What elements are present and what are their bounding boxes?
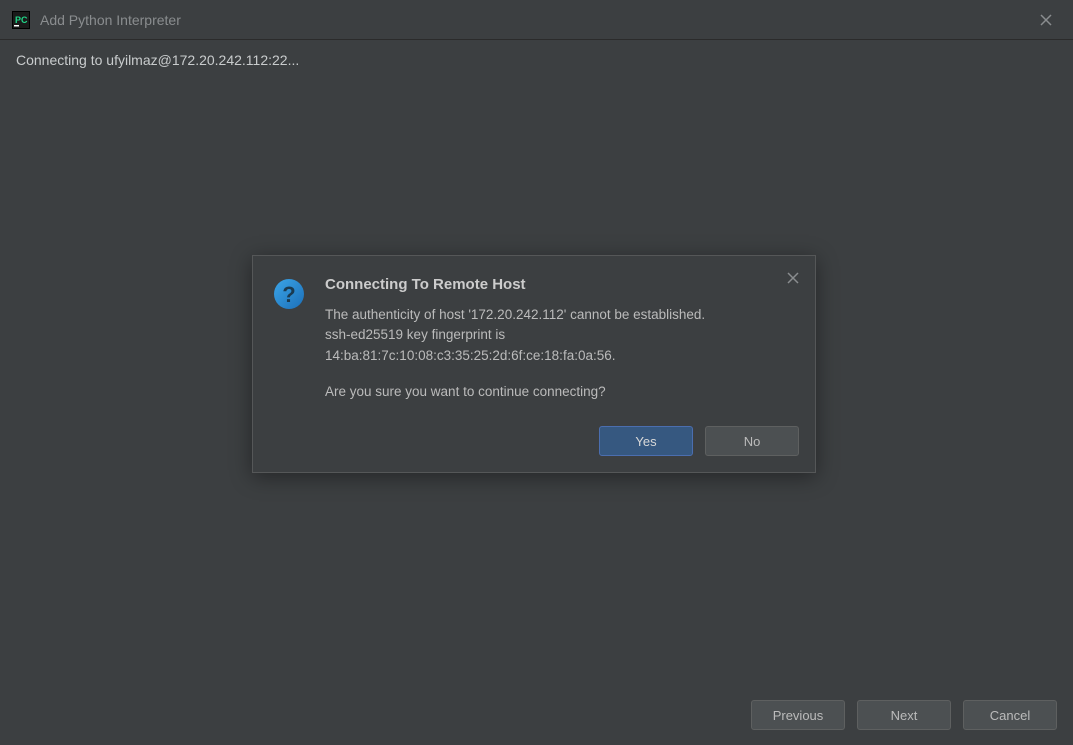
modal-line-question: Are you sure you want to continue connec…: [325, 382, 799, 402]
titlebar: PC Add Python Interpreter: [0, 0, 1073, 40]
modal-title: Connecting To Remote Host: [325, 276, 799, 293]
cancel-button[interactable]: Cancel: [963, 700, 1057, 730]
close-icon: [1040, 14, 1052, 26]
svg-text:PC: PC: [15, 15, 28, 25]
close-icon: [787, 272, 799, 284]
window-close-button[interactable]: [1031, 5, 1061, 35]
next-button[interactable]: Next: [857, 700, 951, 730]
previous-button[interactable]: Previous: [751, 700, 845, 730]
svg-text:?: ?: [282, 282, 295, 307]
question-icon: ?: [273, 278, 305, 310]
modal-close-button[interactable]: [783, 268, 803, 288]
modal-line-authenticity: The authenticity of host '172.20.242.112…: [325, 305, 799, 325]
connection-status: Connecting to ufyilmaz@172.20.242.112:22…: [16, 52, 1057, 68]
pycharm-icon: PC: [12, 11, 30, 29]
footer-buttons: Previous Next Cancel: [0, 685, 1073, 745]
yes-button[interactable]: Yes: [599, 426, 693, 456]
confirmation-dialog: ? Connecting To Remote Host The authenti…: [252, 255, 816, 473]
modal-line-fingerprint: 14:ba:81:7c:10:08:c3:35:25:2d:6f:ce:18:f…: [325, 346, 799, 366]
no-button[interactable]: No: [705, 426, 799, 456]
modal-message: The authenticity of host '172.20.242.112…: [325, 305, 799, 402]
window-title: Add Python Interpreter: [40, 12, 1031, 28]
modal-line-key-type: ssh-ed25519 key fingerprint is: [325, 325, 799, 345]
